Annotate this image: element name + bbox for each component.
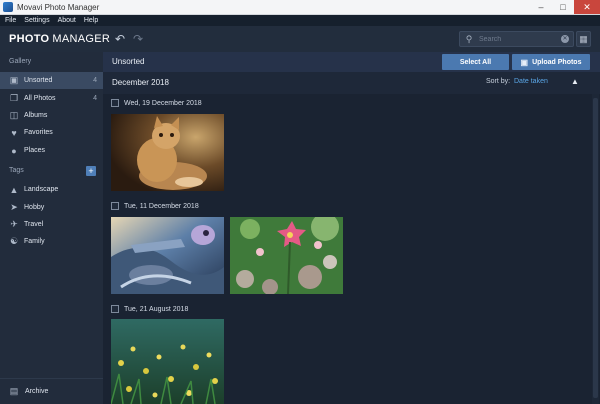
group-date: Tue, 11 December 2018 [124,202,199,210]
photo-thumbnail[interactable] [111,114,224,191]
laptop-icon: ▣ [520,57,529,67]
search-input[interactable] [479,35,559,43]
upload-photos-button[interactable]: ▣ Upload Photos [512,54,590,70]
image-icon: ▣ [9,75,19,85]
minimize-icon[interactable]: – [530,0,552,14]
redo-icon[interactable]: ↷ [131,32,145,46]
close-icon[interactable]: ✕ [574,0,600,14]
sidebar-item-count: 4 [93,95,97,102]
sort-by-label: Sort by: [486,78,511,85]
kitten-photo [111,114,224,191]
scrollbar[interactable] [592,94,599,404]
sidebar-item-unsorted[interactable]: ▣ Unsorted 4 [0,72,103,89]
sidebar-item-label: Family [24,238,45,245]
heart-icon: ♥ [11,127,17,138]
fantasy-art-photo [111,217,224,294]
app-header: PHOTOMANAGER ↶ ↷ ⚲ ✕ ▦ [0,26,600,52]
sidebar-item-favorites[interactable]: ♥ Favorites [0,124,103,141]
sidebar-item-label: Favorites [24,129,53,136]
select-all-label: Select All [459,58,492,66]
sidebar-item-label: Albums [24,112,48,119]
maximize-icon[interactable]: □ [552,0,574,14]
month-title: December 2018 [112,78,169,87]
gallery-title: Gallery [9,58,32,65]
date-group-header: Tue, 11 December 2018 [111,202,199,210]
menu-file[interactable]: File [5,17,16,24]
sidebar-item-albums[interactable]: ◫ Albums [0,107,103,124]
sidebar-item-archive[interactable]: ▤ Archive [0,378,103,404]
archive-icon: ▤ [9,386,19,396]
photo-thumbnail[interactable] [111,217,224,294]
menu-bar: File Settings About Help [0,15,600,26]
group-date: Tue, 21 August 2018 [124,305,189,313]
search-box: ⚲ ✕ [459,31,574,47]
window-title: Movavi Photo Manager [17,2,100,12]
photo-thumbnail[interactable] [111,319,224,404]
sidebar-item-label: All Photos [24,95,56,102]
collapse-up-icon[interactable]: ▲ [571,77,579,86]
sidebar-item-travel[interactable]: ✈ Travel [0,216,103,233]
sidebar: Gallery ▣ Unsorted 4 ❐ All Photos 4 ◫ Al… [0,52,103,404]
hobby-icon: ➤ [10,202,18,212]
tags-title: Tags [9,167,24,174]
group-date: Wed, 19 December 2018 [124,99,202,107]
main-panel: Unsorted Select All ▣ Upload Photos Decem… [103,52,600,404]
date-group-header: Wed, 19 December 2018 [111,99,202,107]
meadow-photo [111,319,224,404]
group-checkbox[interactable] [111,99,119,107]
menu-about[interactable]: About [58,17,76,24]
sidebar-item-family[interactable]: ☯ Family [0,233,103,250]
undo-icon[interactable]: ↶ [113,32,127,46]
album-icon: ◫ [9,110,19,120]
archive-label: Archive [25,388,49,395]
menu-settings[interactable]: Settings [24,17,49,24]
sidebar-item-all-photos[interactable]: ❐ All Photos 4 [0,90,103,107]
family-icon: ☯ [9,236,19,246]
flowers-photo [230,217,343,294]
date-group-header: Tue, 21 August 2018 [111,305,188,313]
calendar-icon[interactable]: ▦ [576,31,591,47]
pin-icon: ● [11,145,17,156]
sidebar-item-label: Places [24,147,46,154]
group-checkbox[interactable] [111,305,119,313]
sidebar-item-label: Hobby [24,204,45,211]
upload-label: Upload Photos [532,58,582,66]
app-icon [3,2,13,12]
sidebar-item-hobby[interactable]: ➤ Hobby [0,199,103,216]
menu-help[interactable]: Help [84,17,98,24]
clear-search-icon[interactable]: ✕ [561,35,569,43]
sort-by-dropdown[interactable]: Date taken [514,78,548,85]
logo-light: MANAGER [52,33,111,45]
select-all-button[interactable]: Select All [442,54,509,70]
page-title: Unsorted [112,57,145,66]
sidebar-item-landscape[interactable]: ▲ Landscape [0,181,103,198]
scrollbar-thumb[interactable] [593,98,598,398]
sidebar-item-label: Travel [24,221,44,228]
window-titlebar: Movavi Photo Manager – □ ✕ [0,0,600,15]
logo-bold: PHOTO [9,33,50,45]
month-header: December 2018 Sort by: Date taken ▲ [103,72,600,94]
plane-icon: ✈ [10,219,18,229]
app-logo: PHOTO MANAGER [9,33,110,45]
sidebar-item-label: Landscape [24,186,59,193]
add-tag-button[interactable]: + [86,166,96,176]
window-controls: – □ ✕ [530,0,600,15]
sidebar-item-places[interactable]: ● Places [0,142,103,159]
photos-icon: ❐ [9,93,19,103]
sidebar-item-count: 4 [93,77,97,84]
group-checkbox[interactable] [111,202,119,210]
search-icon: ⚲ [465,33,473,44]
sidebar-item-label: Unsorted [24,77,53,84]
photo-thumbnail[interactable] [230,217,343,294]
content-toolbar: Unsorted Select All ▣ Upload Photos [103,52,600,72]
landscape-icon: ▲ [9,184,19,195]
